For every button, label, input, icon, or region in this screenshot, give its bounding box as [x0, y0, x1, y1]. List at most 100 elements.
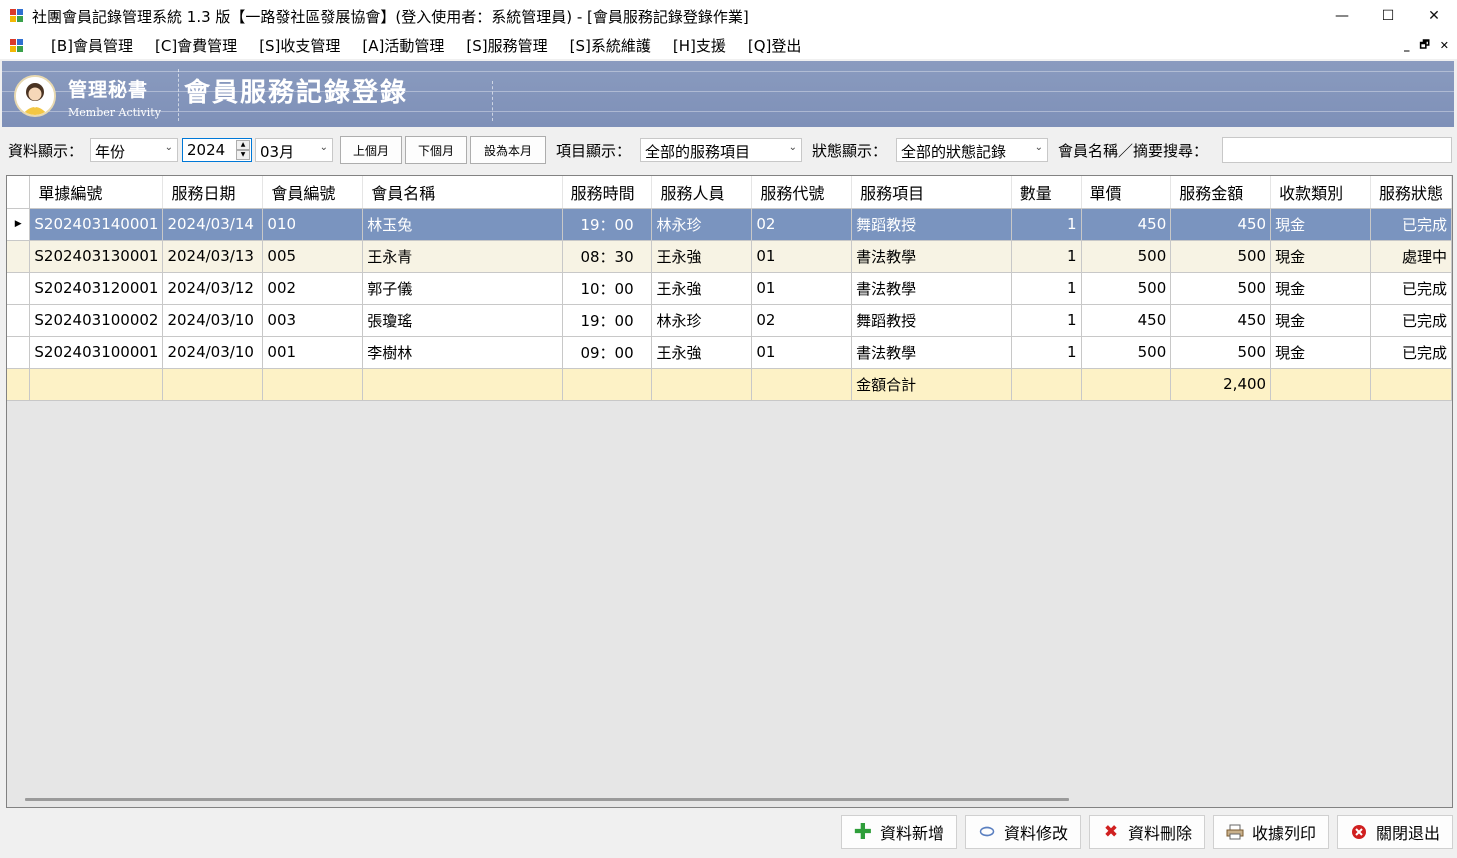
- delete-record-button[interactable]: ✖ 資料刪除: [1089, 815, 1205, 849]
- row-selector[interactable]: [7, 272, 31, 305]
- cell[interactable]: 王永強: [651, 272, 753, 305]
- cell[interactable]: 王永青: [362, 240, 563, 273]
- prev-month-button[interactable]: 上個月: [340, 136, 402, 164]
- row-selector[interactable]: [7, 336, 31, 369]
- service-records-grid[interactable]: 單據編號 服務日期 會員編號 會員名稱 服務時間 服務人員 服務代號 服務項目 …: [6, 175, 1453, 808]
- cell[interactable]: 08：30: [562, 240, 653, 273]
- menu-fee[interactable]: [C]會費管理: [144, 35, 248, 56]
- cell[interactable]: 450: [1081, 208, 1172, 241]
- cell[interactable]: 書法教學: [851, 336, 1012, 369]
- col-header[interactable]: 數量: [1011, 176, 1082, 209]
- cell[interactable]: 1: [1011, 240, 1082, 273]
- spin-down-icon[interactable]: ▼: [236, 150, 250, 160]
- cell[interactable]: 10：00: [562, 272, 653, 305]
- col-header[interactable]: 服務項目: [851, 176, 1012, 209]
- col-header[interactable]: 會員編號: [262, 176, 364, 209]
- cell[interactable]: 1: [1011, 304, 1082, 337]
- month-select[interactable]: 03月 ⌄: [255, 138, 333, 162]
- cell[interactable]: S202403100002: [29, 304, 164, 337]
- mdi-minimize-button[interactable]: _: [1404, 39, 1410, 52]
- mdi-restore-button[interactable]: 🗗: [1419, 36, 1429, 55]
- cell[interactable]: 450: [1170, 208, 1272, 241]
- menu-logout[interactable]: [Q]登出: [737, 35, 813, 56]
- menu-system[interactable]: [S]系統維護: [559, 35, 662, 56]
- cell[interactable]: 舞蹈教授: [851, 208, 1012, 241]
- cell[interactable]: 王永強: [651, 336, 753, 369]
- period-select[interactable]: 年份 ⌄: [90, 138, 178, 162]
- cell[interactable]: 02: [751, 304, 853, 337]
- mdi-app-icon[interactable]: [10, 38, 24, 53]
- cell[interactable]: 01: [751, 240, 853, 273]
- cell[interactable]: 500: [1170, 272, 1272, 305]
- cell[interactable]: 1: [1011, 208, 1082, 241]
- cell[interactable]: 02: [751, 208, 853, 241]
- cell[interactable]: 005: [262, 240, 364, 273]
- year-spinner[interactable]: 2024 ▲ ▼: [182, 138, 252, 162]
- cell[interactable]: 已完成: [1370, 272, 1452, 305]
- cell[interactable]: 書法教學: [851, 240, 1012, 273]
- cell[interactable]: 500: [1081, 336, 1172, 369]
- cell[interactable]: 2024/03/14: [162, 208, 264, 241]
- close-button[interactable]: ✕: [1411, 0, 1457, 32]
- cell[interactable]: 2024/03/13: [162, 240, 264, 273]
- col-header[interactable]: 服務日期: [162, 176, 264, 209]
- cell[interactable]: S202403120001: [29, 272, 164, 305]
- cell[interactable]: 01: [751, 272, 853, 305]
- cell[interactable]: 現金: [1270, 208, 1371, 241]
- table-row[interactable]: S202403130001 2024/03/13 005 王永青 08：30 王…: [7, 240, 1452, 273]
- cell[interactable]: 002: [262, 272, 364, 305]
- cell[interactable]: 001: [262, 336, 364, 369]
- cell[interactable]: 王永強: [651, 240, 753, 273]
- cell[interactable]: S202403100001: [29, 336, 164, 369]
- exit-button[interactable]: 關閉退出: [1337, 815, 1453, 849]
- cell[interactable]: 林玉兔: [362, 208, 563, 241]
- cell[interactable]: 已完成: [1370, 208, 1452, 241]
- cell[interactable]: 500: [1081, 240, 1172, 273]
- col-header[interactable]: 單據編號: [29, 176, 164, 209]
- cell[interactable]: 2024/03/10: [162, 336, 264, 369]
- cell[interactable]: 已完成: [1370, 336, 1452, 369]
- cell[interactable]: 2024/03/12: [162, 272, 264, 305]
- table-row[interactable]: ▶ S202403140001 2024/03/14 010 林玉兔 19：00…: [7, 208, 1452, 241]
- horizontal-scrollbar[interactable]: [25, 798, 1069, 801]
- edit-record-button[interactable]: ⬭ 資料修改: [965, 815, 1081, 849]
- cell[interactable]: 09：00: [562, 336, 653, 369]
- col-header[interactable]: 服務代號: [751, 176, 853, 209]
- cell[interactable]: 現金: [1270, 272, 1371, 305]
- cell[interactable]: 張瓊瑤: [362, 304, 563, 337]
- menu-finance[interactable]: [S]收支管理: [248, 35, 351, 56]
- row-selector[interactable]: [7, 304, 31, 337]
- menu-activity[interactable]: [A]活動管理: [351, 35, 455, 56]
- cell[interactable]: 林永珍: [651, 304, 753, 337]
- col-header[interactable]: 服務時間: [562, 176, 653, 209]
- table-row[interactable]: S202403120001 2024/03/12 002 郭子儀 10：00 王…: [7, 272, 1452, 305]
- cell[interactable]: 450: [1170, 304, 1272, 337]
- cell[interactable]: 現金: [1270, 304, 1371, 337]
- cell[interactable]: 已完成: [1370, 304, 1452, 337]
- col-header[interactable]: 服務金額: [1170, 176, 1272, 209]
- print-receipt-button[interactable]: 收據列印: [1213, 815, 1329, 849]
- cell[interactable]: S202403130001: [29, 240, 164, 273]
- add-record-button[interactable]: ✚ 資料新增: [841, 815, 957, 849]
- maximize-button[interactable]: ☐: [1365, 0, 1411, 32]
- cell[interactable]: S202403140001: [29, 208, 164, 241]
- row-selector[interactable]: [7, 240, 31, 273]
- mdi-close-button[interactable]: ✕: [1440, 39, 1449, 52]
- status-select[interactable]: 全部的狀態記錄 ⌄: [896, 138, 1048, 162]
- cell[interactable]: 010: [262, 208, 364, 241]
- cell[interactable]: 處理中: [1370, 240, 1452, 273]
- cell[interactable]: 郭子儀: [362, 272, 563, 305]
- cell[interactable]: 450: [1081, 304, 1172, 337]
- cell[interactable]: 500: [1170, 336, 1272, 369]
- cell[interactable]: 現金: [1270, 336, 1371, 369]
- this-month-button[interactable]: 設為本月: [470, 136, 546, 164]
- col-header[interactable]: 收款類別: [1270, 176, 1371, 209]
- cell[interactable]: 李樹林: [362, 336, 563, 369]
- table-row[interactable]: S202403100001 2024/03/10 001 李樹林 09：00 王…: [7, 336, 1452, 369]
- col-header[interactable]: 會員名稱: [362, 176, 563, 209]
- menu-help[interactable]: [H]支援: [662, 35, 737, 56]
- item-select[interactable]: 全部的服務項目 ⌄: [640, 138, 802, 162]
- menu-service[interactable]: [S]服務管理: [455, 35, 558, 56]
- cell[interactable]: 500: [1081, 272, 1172, 305]
- col-header[interactable]: 服務人員: [651, 176, 753, 209]
